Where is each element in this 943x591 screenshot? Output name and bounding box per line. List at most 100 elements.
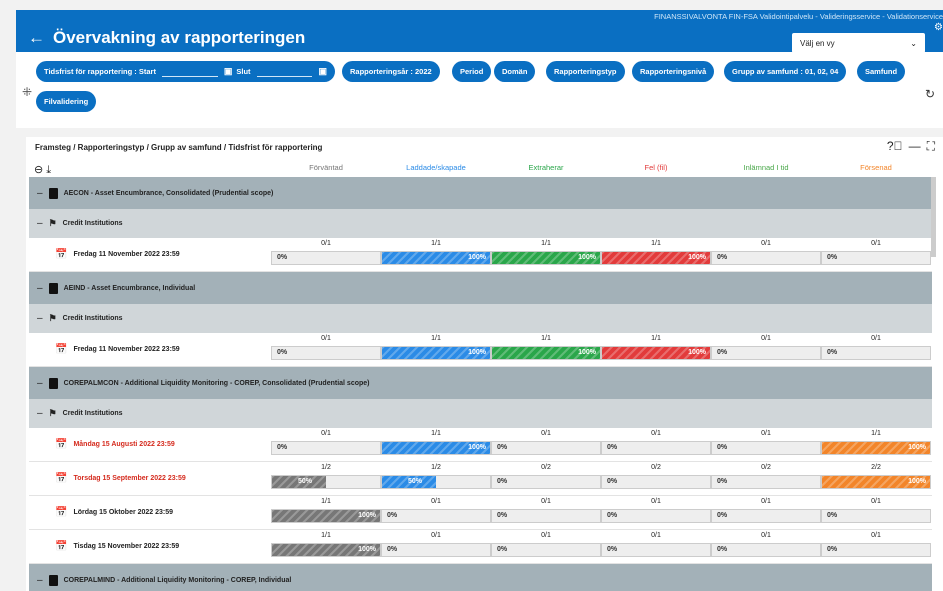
- deadline-filter-chip[interactable]: Tidsfrist för rapportering : Start ▣ Slu…: [36, 61, 335, 82]
- progress-bar: 0%: [711, 441, 821, 455]
- progress-count: 0/1: [541, 430, 551, 437]
- progress-cell[interactable]: 0/1 0%: [821, 238, 931, 272]
- progress-cell[interactable]: 0/2 0%: [491, 462, 601, 496]
- panel-toolbar: ?⃝ — ⛶: [887, 139, 935, 154]
- progress-percent: 0%: [607, 512, 618, 519]
- progress-cell[interactable]: 0/1 0%: [711, 428, 821, 462]
- flag-icon: ⚑: [48, 218, 57, 228]
- progress-cell[interactable]: 0/1 0%: [491, 530, 601, 564]
- progress-cell[interactable]: 0/1 0%: [711, 530, 821, 564]
- entity-name: Credit Institutions: [62, 315, 123, 322]
- progress-cell[interactable]: 1/1 100%: [491, 238, 601, 272]
- progress-cell[interactable]: 1/1 100%: [821, 428, 931, 462]
- calendar-icon: 📅: [55, 439, 68, 450]
- collapse-icon[interactable]: –: [37, 283, 43, 294]
- collapse-icon[interactable]: –: [37, 313, 43, 324]
- progress-cell[interactable]: 1/1 100%: [601, 333, 711, 367]
- collapse-icon[interactable]: –: [37, 188, 43, 199]
- progress-cell[interactable]: 1/1 100%: [271, 530, 381, 564]
- progress-percent: 0%: [497, 546, 508, 553]
- progress-percent: 100%: [468, 349, 486, 356]
- file-validation-chip[interactable]: Filvalidering: [36, 91, 97, 112]
- progress-cell[interactable]: 0/1 0%: [491, 496, 601, 530]
- progress-cell[interactable]: 0/1 0%: [491, 428, 601, 462]
- progress-cell[interactable]: 1/1 100%: [381, 428, 491, 462]
- type-group-label: – COREPALMCON - Additional Liquidity Moni…: [37, 367, 369, 399]
- fullscreen-icon[interactable]: ⛶: [927, 139, 935, 154]
- download-icon[interactable]: ⤓: [46, 164, 51, 176]
- column-header: Inlämnad I tid: [743, 163, 789, 172]
- refresh-icon[interactable]: ↻: [925, 87, 935, 101]
- progress-cell[interactable]: 1/1 100%: [381, 238, 491, 272]
- crosshair-settings-icon[interactable]: ⁜: [22, 85, 32, 99]
- progress-count: 1/1: [651, 240, 661, 247]
- progress-percent: 0%: [277, 349, 288, 356]
- settings-icon[interactable]: ⚙: [934, 22, 943, 33]
- filter-chip-report-type[interactable]: Rapporteringstyp: [546, 61, 625, 82]
- progress-cell[interactable]: 1/2 50%: [271, 462, 381, 496]
- progress-count: 0/1: [871, 532, 881, 539]
- collapse-icon[interactable]: –: [37, 408, 43, 419]
- type-group-label: – COREPALMIND - Additional Liquidity Moni…: [37, 564, 291, 591]
- progress-cell[interactable]: 1/2 50%: [381, 462, 491, 496]
- progress-cell[interactable]: 0/1 0%: [601, 530, 711, 564]
- filter-chip-entity[interactable]: Samfund: [857, 61, 906, 82]
- progress-cell[interactable]: 0/1 0%: [821, 496, 931, 530]
- progress-cell[interactable]: 1/1 100%: [601, 238, 711, 272]
- collapse-all-icon[interactable]: ⊖: [34, 164, 43, 176]
- progress-percent: 100%: [688, 254, 706, 261]
- arrow-left-icon[interactable]: ←: [28, 28, 45, 48]
- collapse-icon[interactable]: –: [37, 218, 43, 229]
- progress-cell[interactable]: 0/1 0%: [821, 333, 931, 367]
- progress-count: 0/2: [541, 464, 551, 471]
- progress-count: 1/1: [871, 430, 881, 437]
- deadline-start-input[interactable]: [161, 67, 218, 77]
- progress-percent: 0%: [717, 512, 728, 519]
- calendar-icon[interactable]: ▣: [318, 66, 327, 77]
- progress-count: 1/1: [541, 335, 551, 342]
- collapse-icon[interactable]: –: [37, 378, 43, 389]
- progress-cell[interactable]: 0/1 0%: [821, 530, 931, 564]
- progress-cell[interactable]: 0/1 0%: [271, 238, 381, 272]
- progress-cell[interactable]: 1/1 100%: [381, 333, 491, 367]
- progress-bar: 0%: [601, 543, 711, 557]
- chevron-down-icon: ⌄: [910, 38, 917, 48]
- progress-cell[interactable]: 0/1 0%: [601, 496, 711, 530]
- progress-cell[interactable]: 0/1 0%: [711, 333, 821, 367]
- progress-cell[interactable]: 0/1 0%: [271, 428, 381, 462]
- scrollbar[interactable]: [931, 177, 936, 257]
- progress-cell[interactable]: 0/2 0%: [711, 462, 821, 496]
- view-select[interactable]: Välj en vy ⌄: [792, 33, 925, 53]
- filter-chip-report-level[interactable]: Rapporteringsnivå: [632, 61, 715, 82]
- calendar-icon[interactable]: ▣: [224, 66, 233, 77]
- progress-cell[interactable]: 1/1 100%: [491, 333, 601, 367]
- progress-cell[interactable]: 0/1 0%: [601, 428, 711, 462]
- progress-cell[interactable]: 0/2 0%: [601, 462, 711, 496]
- deadline-row: 📅 Tisdag 15 November 2022 23:59 1/1 100% 0/1…: [29, 530, 932, 564]
- filter-chip-year[interactable]: Rapporteringsår : 2022: [342, 61, 440, 82]
- filter-chip-domain[interactable]: Domän: [494, 61, 536, 82]
- help-icon[interactable]: ?⃝: [887, 139, 903, 154]
- progress-cell[interactable]: 1/1 100%: [271, 496, 381, 530]
- progress-cell[interactable]: 2/2 100%: [821, 462, 931, 496]
- progress-percent: 0%: [607, 444, 618, 451]
- progress-count: 0/1: [321, 430, 331, 437]
- type-group-row: – AEIND - Asset Encumbrance, Individual: [29, 272, 932, 304]
- minimize-icon[interactable]: —: [909, 139, 921, 154]
- filter-chip-group[interactable]: Grupp av samfund : 01, 02, 04: [724, 61, 847, 82]
- progress-count: 0/1: [651, 532, 661, 539]
- progress-cell[interactable]: 0/1 0%: [711, 238, 821, 272]
- collapse-icon[interactable]: –: [37, 575, 43, 586]
- progress-bar: 0%: [711, 346, 821, 360]
- progress-cell[interactable]: 0/1 0%: [381, 530, 491, 564]
- deadline-end-input[interactable]: [256, 67, 313, 77]
- progress-cell[interactable]: 0/1 0%: [711, 496, 821, 530]
- progress-cell[interactable]: 0/1 0%: [381, 496, 491, 530]
- deadline-date: Tisdag 15 November 2022 23:59: [73, 543, 180, 550]
- progress-count: 0/1: [651, 430, 661, 437]
- report-type-icon: [48, 187, 58, 199]
- filter-chip-period[interactable]: Period: [452, 61, 492, 82]
- progress-percent: 100%: [358, 512, 376, 519]
- progress-count: 0/1: [651, 498, 661, 505]
- progress-cell[interactable]: 0/1 0%: [271, 333, 381, 367]
